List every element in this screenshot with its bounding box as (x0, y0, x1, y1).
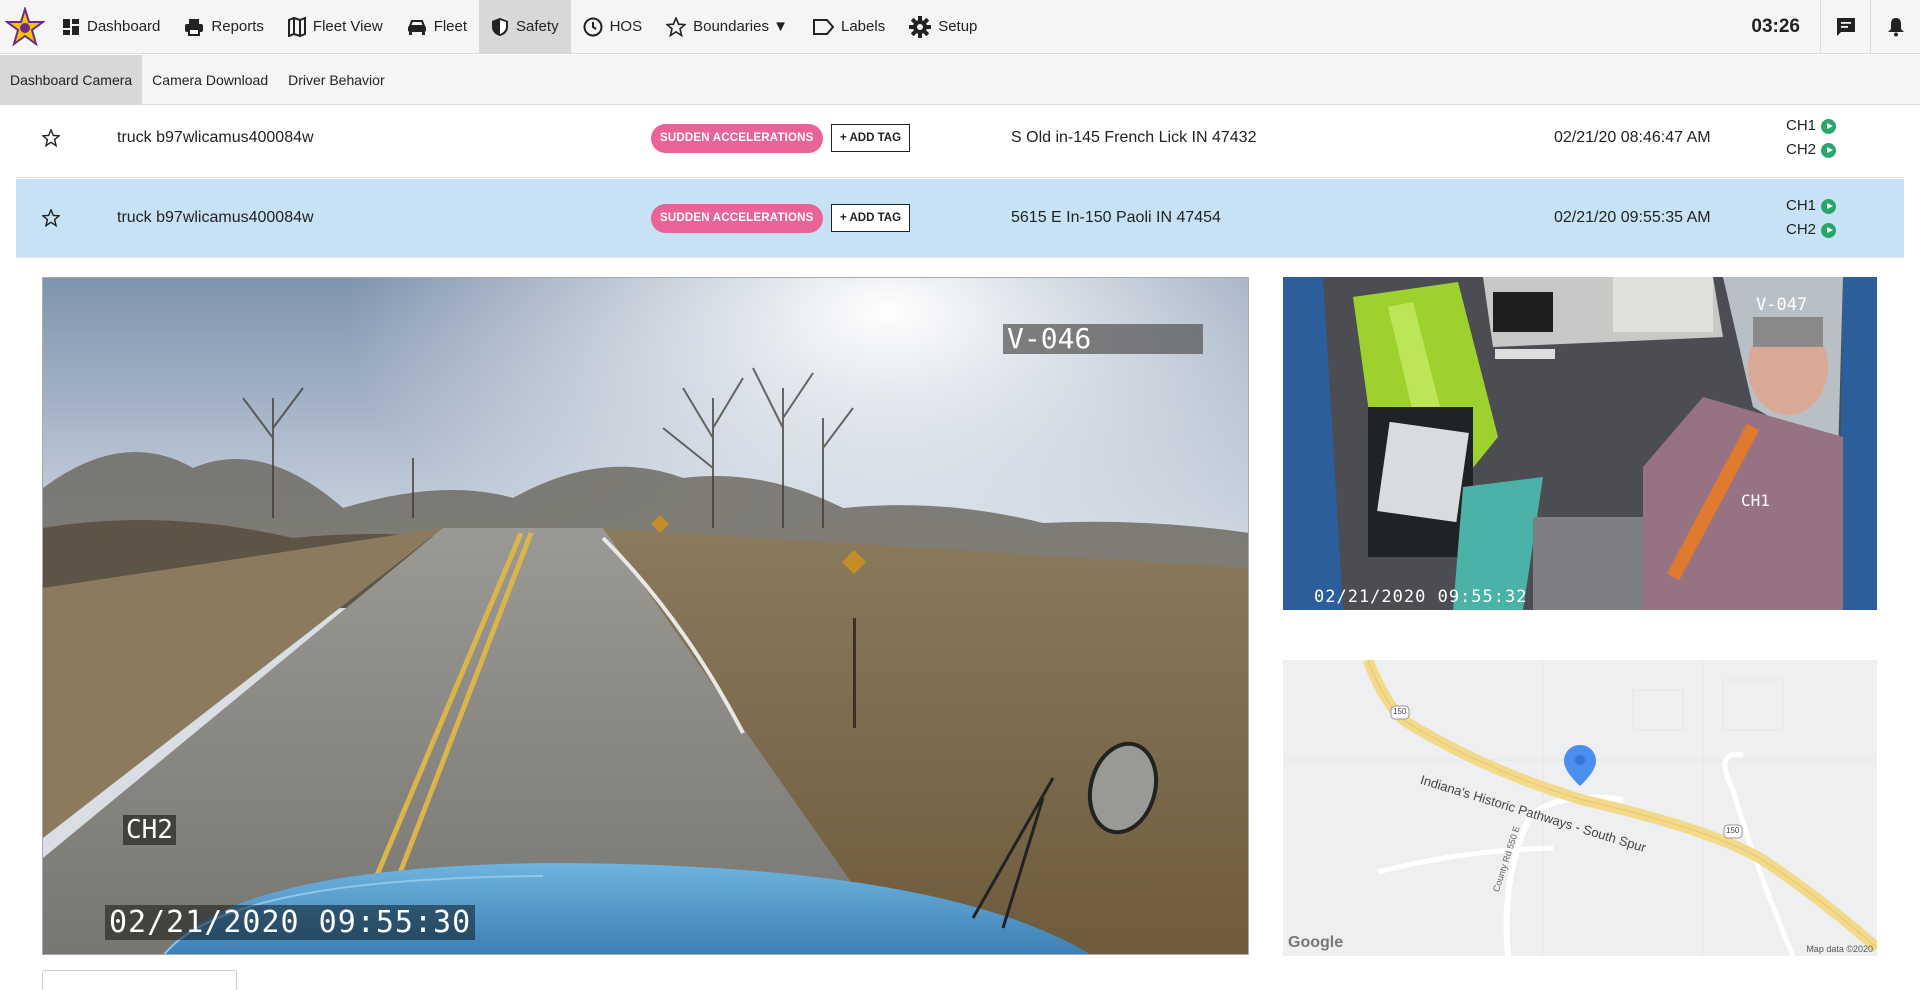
ch2-play-link[interactable]: CH2 (1786, 138, 1837, 162)
nav-safety[interactable]: Safety (479, 0, 571, 54)
ch1-label: CH1 (1786, 117, 1817, 134)
truck-name: truck b97wlicamus400084w (117, 209, 314, 226)
nav-fleet[interactable]: Fleet (395, 0, 479, 54)
bell-icon (1887, 17, 1904, 36)
ch2-label: CH2 (1786, 141, 1817, 158)
cab-scene (1283, 277, 1877, 610)
route-shield-1: 150 (1393, 707, 1407, 716)
road-scene (43, 278, 1248, 954)
event-tag-badge: SUDDEN ACCELERATIONS (651, 123, 823, 153)
favorite-star-icon[interactable] (42, 209, 60, 227)
channel-overlay: CH2 (123, 815, 176, 845)
nav-fleet-view[interactable]: Fleet View (276, 0, 395, 54)
ch2-play-link[interactable]: CH2 (1786, 218, 1837, 242)
nav-dashboard[interactable]: Dashboard (50, 0, 172, 54)
nav-fleet-label: Fleet (433, 18, 468, 35)
play-icon (1821, 222, 1837, 238)
event-tag-badge: SUDDEN ACCELERATIONS (651, 203, 823, 233)
play-icon (1821, 118, 1837, 134)
ch1-label: CH1 (1786, 197, 1817, 214)
timestamp-overlay: 02/21/2020 09:55:32 (1314, 587, 1528, 607)
star-icon (666, 16, 687, 37)
messages-button[interactable] (1820, 0, 1870, 54)
map-attribution: Map data ©2020 (1806, 944, 1873, 954)
notifications-button[interactable] (1870, 0, 1920, 54)
event-address: S Old in-145 French Lick IN 47432 (1011, 129, 1257, 146)
shield-icon (492, 17, 509, 36)
clock-display: 03:26 (1751, 15, 1800, 37)
nav-setup-label: Setup (938, 18, 978, 35)
route-shield-2: 150 (1726, 826, 1740, 835)
top-nav: Dashboard Reports Fleet View Fleet Safet… (0, 0, 1920, 54)
subnav-camera-download[interactable]: Camera Download (142, 55, 278, 105)
ch1-play-link[interactable]: CH1 (1786, 114, 1837, 138)
nav-reports-label: Reports (211, 18, 264, 35)
map-canvas (1283, 660, 1877, 956)
unit-id-overlay: V-047 (1756, 295, 1808, 315)
location-map[interactable]: 150 150 Indiana's Historic Pathways - So… (1283, 660, 1877, 956)
play-icon (1821, 198, 1837, 214)
chat-icon (1836, 17, 1855, 36)
subnav-driver-behavior[interactable]: Driver Behavior (278, 55, 394, 105)
play-icon (1821, 142, 1837, 158)
nav-fleet-view-label: Fleet View (312, 18, 383, 35)
nav-reports[interactable]: Reports (172, 0, 276, 54)
subnav-dashboard-camera[interactable]: Dashboard Camera (0, 54, 143, 105)
truck-name: truck b97wlicamus400084w (117, 129, 314, 146)
google-logo: Google (1288, 934, 1344, 951)
cab-camera-video[interactable]: V-047 CH1 02/21/2020 09:55:32 (1283, 277, 1877, 610)
add-tag-button[interactable]: + ADD TAG (831, 204, 911, 232)
clock-icon (583, 17, 603, 36)
event-datetime: 02/21/20 09:55:35 AM (1554, 209, 1711, 226)
nav-labels[interactable]: Labels (800, 0, 897, 54)
map-icon (287, 16, 306, 37)
gear-icon (909, 15, 932, 38)
nav-dashboard-label: Dashboard (87, 18, 161, 35)
channel-links: CH1 CH2 (1786, 114, 1837, 162)
nav-hos-label: HOS (609, 18, 643, 35)
nav-hos[interactable]: HOS (571, 0, 655, 54)
nav-boundaries-label: Boundaries ▼ (693, 18, 788, 35)
favorite-star-icon[interactable] (42, 129, 60, 147)
event-datetime: 02/21/20 08:46:47 AM (1554, 129, 1711, 146)
nav-labels-label: Labels (841, 18, 886, 35)
ch2-label: CH2 (1786, 221, 1817, 238)
nav-safety-label: Safety (516, 18, 559, 35)
app-logo[interactable] (0, 0, 50, 54)
add-tag-button[interactable]: + ADD TAG (831, 124, 911, 152)
nav-boundaries[interactable]: Boundaries ▼ (654, 0, 800, 54)
nav-setup[interactable]: Setup (897, 0, 989, 54)
printer-icon (185, 18, 204, 36)
event-row[interactable]: truck b97wlicamus400084w SUDDEN ACCELERA… (16, 99, 1904, 178)
timestamp-overlay: 02/21/2020 09:55:30 (105, 905, 476, 940)
bottom-control[interactable] (42, 970, 237, 990)
channel-overlay: CH1 (1741, 491, 1770, 510)
ch1-play-link[interactable]: CH1 (1786, 194, 1837, 218)
dashboard-icon (63, 18, 79, 35)
nav-right: 03:26 (1731, 0, 1920, 54)
car-icon (407, 19, 426, 35)
road-camera-video[interactable]: V-046 CH2 02/21/2020 09:55:30 (42, 277, 1249, 955)
unit-id-overlay: V-046 (1003, 324, 1203, 354)
channel-links: CH1 CH2 (1786, 194, 1837, 242)
sub-nav: Dashboard Camera Camera Download Driver … (0, 54, 1920, 105)
event-address: 5615 E In-150 Paoli IN 47454 (1011, 209, 1221, 226)
label-icon (813, 18, 834, 35)
event-row-selected[interactable]: truck b97wlicamus400084w SUDDEN ACCELERA… (16, 179, 1904, 258)
